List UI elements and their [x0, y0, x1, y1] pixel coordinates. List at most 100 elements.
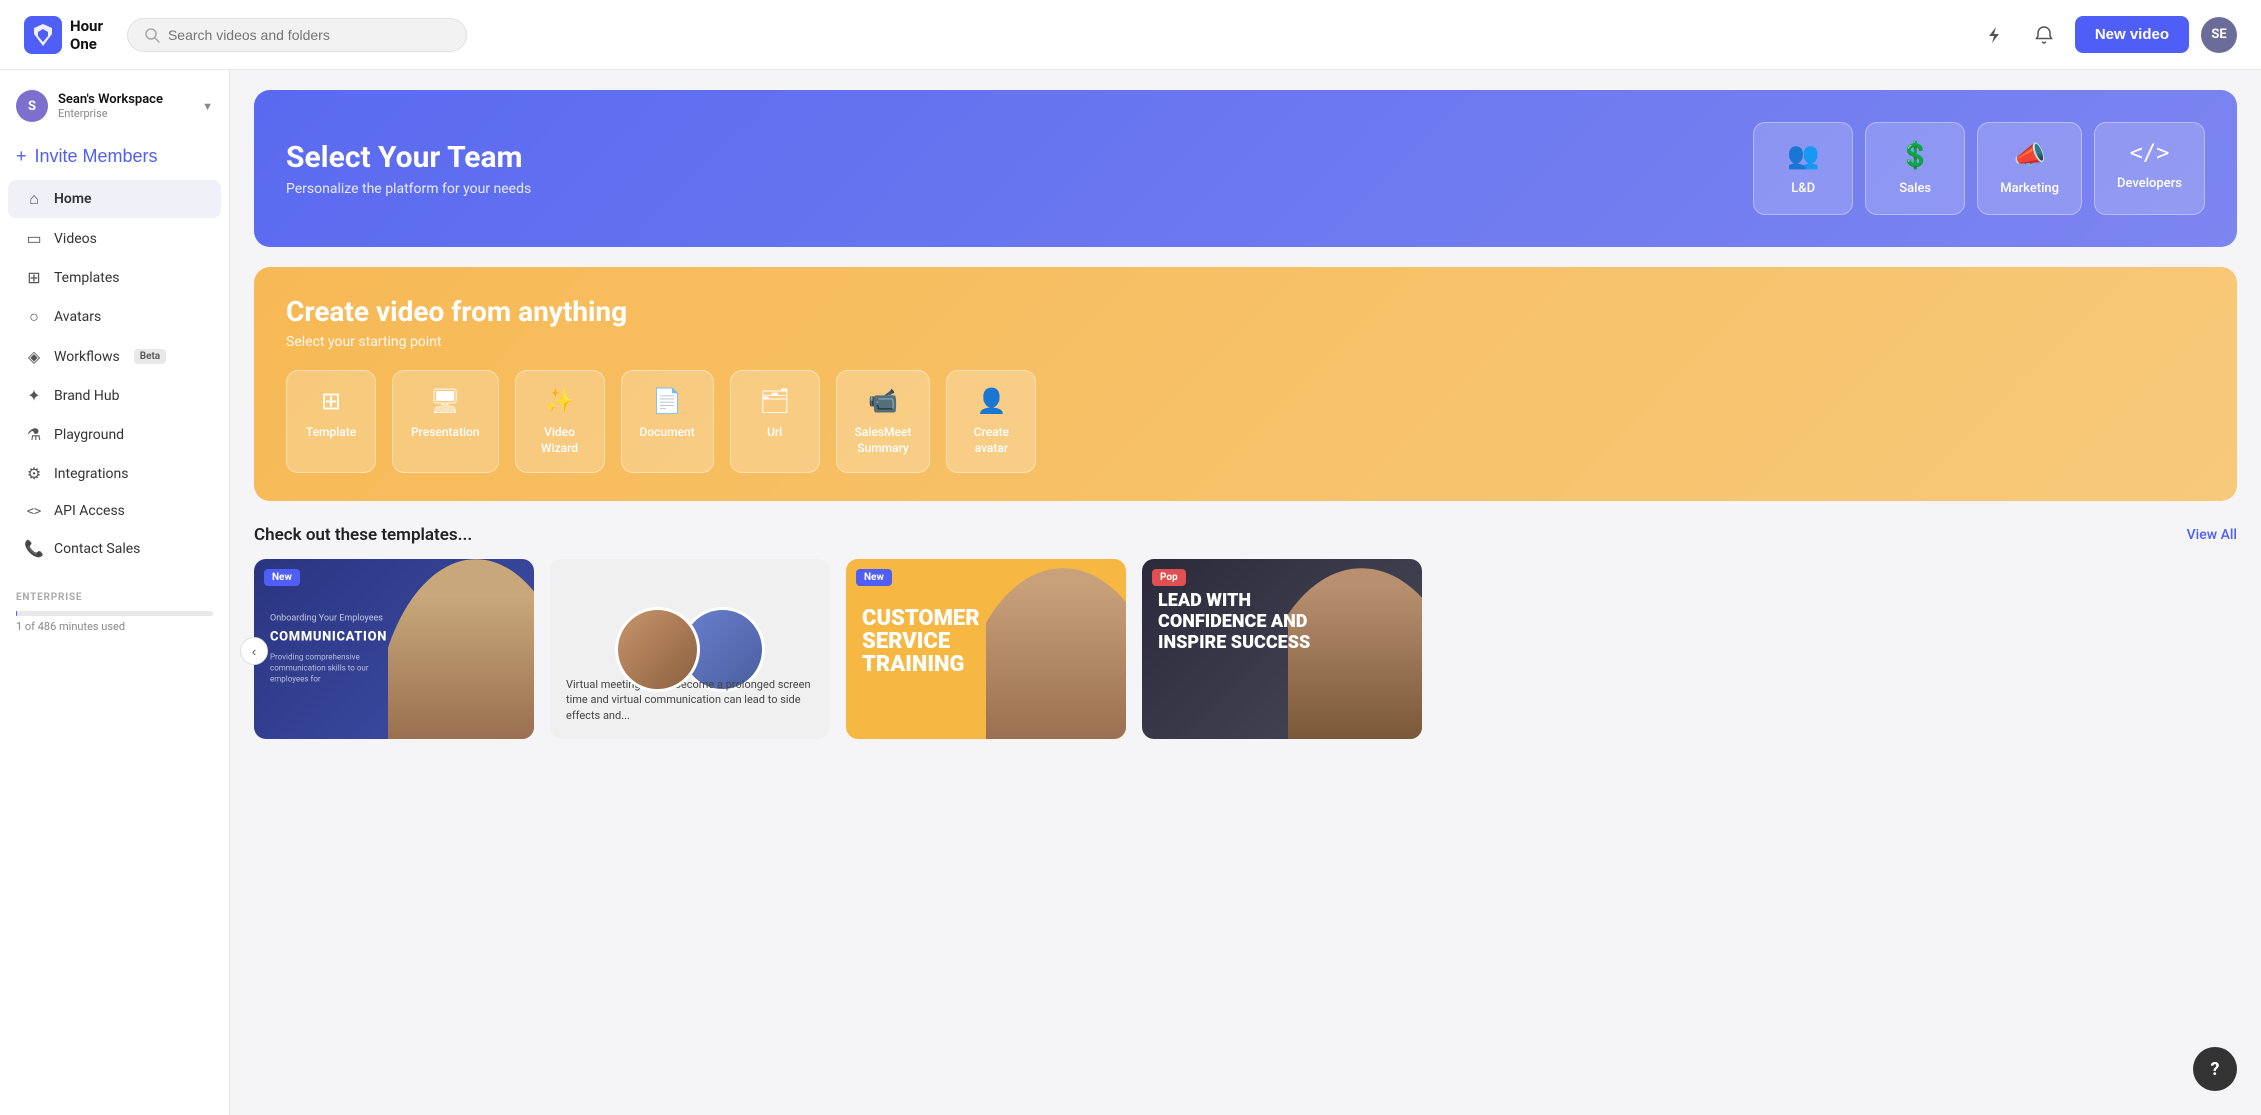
sidebar-item-label: Videos — [54, 231, 97, 247]
banner-subtitle: Personalize the platform for your needs — [286, 181, 1753, 197]
sidebar-item-integrations[interactable]: ⚙ Integrations — [8, 455, 221, 492]
card-text-area: Onboarding Your Employees COMMUNICATION … — [270, 614, 390, 685]
url-icon: 🗂 — [759, 387, 789, 415]
sidebar-item-label: Playground — [54, 427, 124, 443]
create-avatar-label: Createavatar — [974, 425, 1009, 456]
sidebar-item-contact[interactable]: 📞 Contact Sales — [8, 530, 221, 567]
person-silhouette — [388, 559, 534, 739]
workspace-name: Sean's Workspace — [58, 92, 192, 107]
person-area-3 — [986, 568, 1126, 739]
team-card-marketing[interactable]: 📣 Marketing — [1977, 122, 2082, 215]
sidebar-item-label: Workflows — [54, 349, 120, 365]
progress-container: 1 of 486 minutes used — [0, 611, 229, 633]
marketing-icon: 📣 — [2013, 141, 2045, 171]
template-card-lead-confidence[interactable]: Pop LEAD WITH CONFIDENCE AND INSPIRE SUC… — [1142, 559, 1422, 739]
salesmeet-icon: 📹 — [868, 387, 898, 415]
banner-text: Select Your Team Personalize the platfor… — [286, 140, 1753, 197]
team-card-ld[interactable]: 👥 L&D — [1753, 122, 1853, 215]
new-badge-2: New — [856, 569, 892, 586]
template-card-customer-service[interactable]: New CUSTOMERSERVICETRAINING — [846, 559, 1126, 739]
presentation-label: Presentation — [411, 425, 480, 441]
view-all-link[interactable]: View All — [2187, 527, 2237, 543]
video-wizard-icon: ✨ — [545, 387, 575, 415]
sidebar-item-playground[interactable]: ⚗ Playground — [8, 416, 221, 453]
team-card-sales[interactable]: 💲 Sales — [1865, 122, 1965, 215]
developers-icon: </> — [2130, 141, 2170, 166]
workflow-icon: ◈ — [24, 347, 44, 366]
ld-icon: 👥 — [1787, 141, 1819, 171]
home-icon: ⌂ — [24, 189, 44, 209]
team-card-developers[interactable]: </> Developers — [2094, 122, 2205, 215]
create-avatar-icon: 👤 — [976, 387, 1006, 415]
flash-icon-button[interactable] — [1975, 16, 2013, 54]
flash-icon — [1984, 25, 2004, 45]
sidebar-item-home[interactable]: ⌂ Home — [8, 180, 221, 218]
help-button[interactable]: ? — [2193, 1047, 2237, 1091]
chevron-down-icon: ▼ — [202, 100, 213, 113]
card-title: COMMUNICATION — [270, 630, 390, 646]
beta-badge: Beta — [134, 349, 166, 364]
create-video-title: Create video from anything — [286, 295, 2205, 328]
create-avatar-card[interactable]: 👤 Createavatar — [946, 370, 1036, 473]
salesmeet-label: SalesMeetSummary — [855, 425, 912, 456]
developers-label: Developers — [2117, 176, 2182, 191]
create-document-card[interactable]: 📄 Document — [621, 370, 714, 473]
playground-icon: ⚗ — [24, 425, 44, 444]
search-bar[interactable] — [127, 18, 467, 52]
progress-bar-fill — [16, 611, 17, 616]
create-video-banner: Create video from anything Select your s… — [254, 267, 2237, 501]
card-company: Onboarding Your Employees — [270, 614, 390, 624]
plus-icon: + — [16, 146, 27, 167]
avatar-1 — [615, 607, 700, 692]
create-salesmeet-card[interactable]: 📹 SalesMeetSummary — [836, 370, 931, 473]
sidebar-item-avatars[interactable]: ○ Avatars — [8, 298, 221, 336]
sidebar-item-label: Integrations — [54, 466, 128, 482]
card4-title: LEAD WITH CONFIDENCE AND INSPIRE SUCCESS — [1158, 591, 1320, 653]
person-area — [388, 559, 534, 739]
new-badge: New — [264, 569, 300, 586]
logo: HourOne — [24, 16, 103, 54]
create-template-card[interactable]: ⊞ Template — [286, 370, 376, 473]
create-presentation-card[interactable]: 🖥 Presentation — [392, 370, 499, 473]
card-desc: Providing comprehensive communication sk… — [270, 651, 390, 685]
create-video-wizard-card[interactable]: ✨ VideoWizard — [515, 370, 605, 473]
sidebar-item-label: API Access — [54, 503, 125, 519]
sidebar-item-workflows[interactable]: ◈ Workflows Beta — [8, 338, 221, 375]
sidebar-item-label: Templates — [54, 270, 120, 286]
template-card-communication[interactable]: New Onboarding Your Employees COMMUNICAT… — [254, 559, 534, 739]
logo-text: HourOne — [70, 17, 103, 53]
content-area: Select Your Team Personalize the platfor… — [230, 70, 2261, 1115]
user-avatar[interactable]: SE — [2201, 17, 2237, 53]
select-team-banner: Select Your Team Personalize the platfor… — [254, 90, 2237, 247]
create-url-card[interactable]: 🗂 Url — [730, 370, 820, 473]
invite-members-button[interactable]: + Invite Members — [0, 138, 229, 175]
sidebar-item-videos[interactable]: ▭ Videos — [8, 220, 221, 257]
sidebar-item-label: Contact Sales — [54, 541, 140, 557]
sidebar-item-api[interactable]: <> API Access — [8, 494, 221, 528]
notification-button[interactable] — [2025, 16, 2063, 54]
prev-templates-button[interactable]: ‹ — [240, 637, 268, 665]
video-wizard-label: VideoWizard — [541, 425, 578, 456]
video-icon: ▭ — [24, 229, 44, 248]
topnav: HourOne New video SE — [0, 0, 2261, 70]
sidebar-item-brandhub[interactable]: ✦ Brand Hub — [8, 377, 221, 414]
card3-text: CUSTOMERSERVICETRAINING — [862, 579, 980, 676]
create-options: ⊞ Template 🖥 Presentation ✨ VideoWizard … — [286, 370, 2205, 473]
banner-title: Select Your Team — [286, 140, 1753, 175]
marketing-label: Marketing — [2000, 181, 2059, 196]
sales-icon: 💲 — [1899, 141, 1931, 171]
popular-badge: Pop — [1152, 569, 1186, 586]
workspace-row[interactable]: S Sean's Workspace Enterprise ▼ — [0, 82, 229, 134]
template-card-virtual-meetings[interactable]: Virtual meetings have become a prolonged… — [550, 559, 830, 739]
create-video-subtitle: Select your starting point — [286, 334, 2205, 350]
new-video-button[interactable]: New video — [2075, 16, 2189, 53]
url-label: Url — [767, 425, 782, 441]
templates-section-title: Check out these templates... — [254, 525, 472, 545]
phone-icon: 📞 — [24, 539, 44, 558]
person-silhouette-3 — [986, 568, 1126, 739]
main-layout: S Sean's Workspace Enterprise ▼ + Invite… — [0, 70, 2261, 1115]
sidebar-item-label: Home — [54, 191, 92, 207]
ld-label: L&D — [1791, 181, 1815, 196]
search-input[interactable] — [168, 27, 450, 43]
sidebar-item-templates[interactable]: ⊞ Templates — [8, 259, 221, 296]
